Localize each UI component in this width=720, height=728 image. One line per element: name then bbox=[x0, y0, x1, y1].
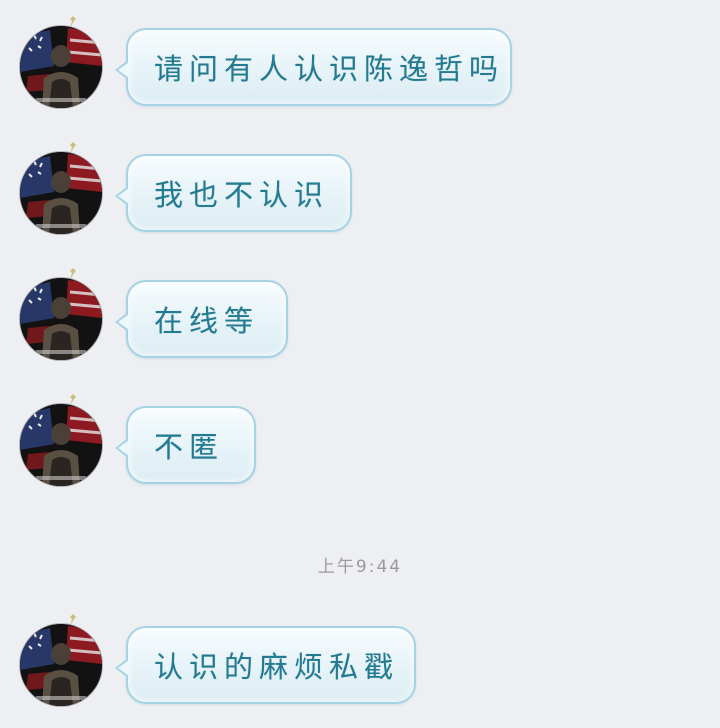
avatar[interactable] bbox=[20, 152, 102, 234]
avatar[interactable] bbox=[20, 278, 102, 360]
message-bubble[interactable]: 请问有人认识陈逸哲吗 bbox=[115, 28, 512, 106]
user-avatar-icon bbox=[20, 152, 102, 234]
message-timestamp: 上午9:44 bbox=[317, 557, 403, 577]
avatar[interactable] bbox=[20, 624, 102, 706]
message-text: 我也不认识 bbox=[154, 178, 330, 212]
user-avatar-icon bbox=[20, 278, 102, 360]
message-text: 在线等 bbox=[154, 304, 260, 338]
avatar[interactable] bbox=[20, 404, 102, 486]
message-bubble[interactable]: 在线等 bbox=[115, 280, 288, 358]
message-bubble[interactable]: 认识的麻烦私戳 bbox=[115, 626, 416, 704]
message-bubble[interactable]: 我也不认识 bbox=[115, 154, 352, 232]
message-bubble[interactable]: 不匿 bbox=[115, 406, 256, 484]
message-text: 不匿 bbox=[154, 430, 225, 464]
message-text: 认识的麻烦私戳 bbox=[154, 650, 400, 684]
avatar[interactable] bbox=[20, 26, 102, 108]
user-avatar-icon bbox=[20, 26, 102, 108]
message-text: 请问有人认识陈逸哲吗 bbox=[154, 52, 505, 86]
user-avatar-icon bbox=[20, 404, 102, 486]
user-avatar-icon bbox=[20, 624, 102, 706]
chat-area: 请问有人认识陈逸哲吗 我也不认识 在线等 不匿 上午9:44 认识的麻烦私戳 bbox=[0, 0, 720, 728]
